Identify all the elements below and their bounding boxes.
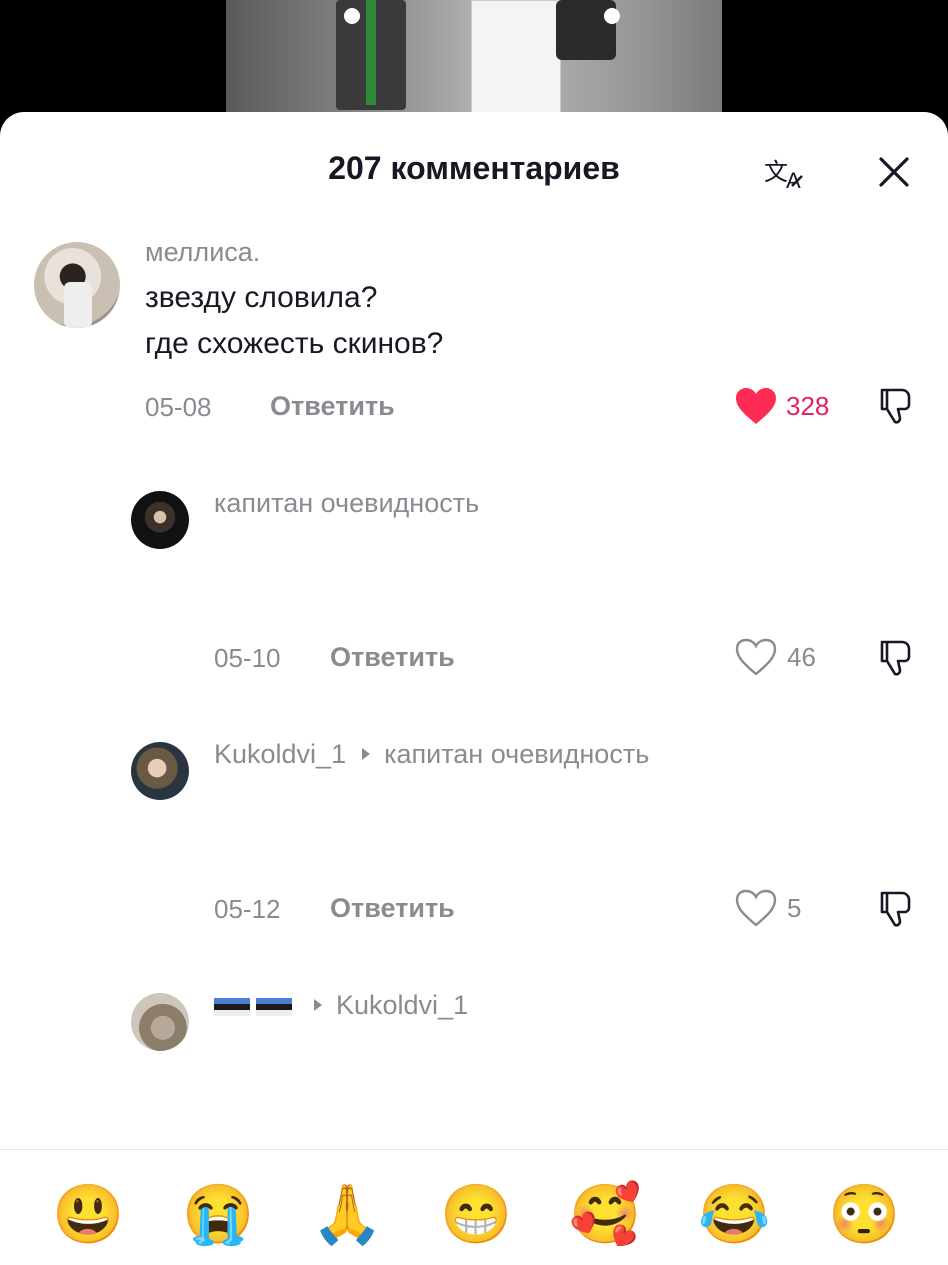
translate-icon[interactable]: 文 A [762,152,810,192]
like-count: 328 [786,391,830,421]
avatar[interactable] [131,742,189,800]
emoji-crying-button[interactable]: 😭 [182,1180,254,1250]
emoji-smiley-button[interactable]: 😃 [52,1180,124,1250]
video-sign [471,0,561,114]
avatar[interactable] [131,993,189,1051]
comment-text-line: где схожесть скинов? [145,327,444,360]
dislike-icon[interactable] [876,888,916,928]
emoji-grin-button[interactable]: 😁 [440,1180,512,1250]
comment-username[interactable]: Kukoldvi_1 капитан очевидность [214,739,649,770]
video-hand [604,8,620,24]
reply-arrow-icon [362,748,371,761]
close-icon[interactable] [876,154,912,190]
comment-username-text[interactable]: Kukoldvi_1 [214,739,346,769]
reply-button[interactable]: Ответить [330,893,455,924]
dislike-icon[interactable] [876,385,916,425]
reply-button[interactable]: Ответить [330,642,455,673]
comment-text: звезду словила? где схожесть скинов? [145,275,443,367]
comment-date: 05-12 [214,894,281,924]
reply-to-username[interactable]: Kukoldvi_1 [336,990,468,1020]
svg-text:文: 文 [764,158,788,186]
dislike-icon[interactable] [876,637,916,677]
comment-date: 05-10 [214,643,281,673]
avatar[interactable] [131,491,189,549]
comment-username[interactable]: меллиса. [145,237,260,268]
emoji-hearts-button[interactable]: 🥰 [569,1180,641,1250]
emoji-laugh-button[interactable]: 😂 [698,1180,770,1250]
video-hand [344,8,360,24]
reply-button[interactable]: Ответить [270,391,395,422]
heart-outline-icon[interactable] [734,637,778,677]
comment-username[interactable]: Kukoldvi_1 [214,990,468,1021]
reply-to-username[interactable]: капитан очевидность [384,739,649,769]
comment-date: 05-08 [145,392,212,422]
emoji-flushed-button[interactable]: 😳 [828,1180,900,1250]
video-preview[interactable] [226,0,722,125]
video-figure-detail [366,0,376,105]
like-count: 5 [787,893,802,923]
flag-icon [214,997,250,1016]
heart-outline-icon[interactable] [734,888,778,928]
flag-icon [256,997,292,1016]
heart-filled-icon[interactable] [734,386,778,426]
reply-arrow-icon [314,999,322,1012]
emoji-quick-bar: 😃 😭 🙏 😁 🥰 😂 😳 [0,1149,948,1265]
comments-sheet: 207 комментариев 文 A меллиса. звезду сло… [0,112,948,1265]
like-count: 46 [787,642,816,672]
emoji-pray-button[interactable]: 🙏 [311,1180,383,1250]
avatar[interactable] [34,242,120,328]
comment-username[interactable]: капитан очевидность [214,488,479,519]
comment-text-line: звезду словила? [145,281,378,314]
